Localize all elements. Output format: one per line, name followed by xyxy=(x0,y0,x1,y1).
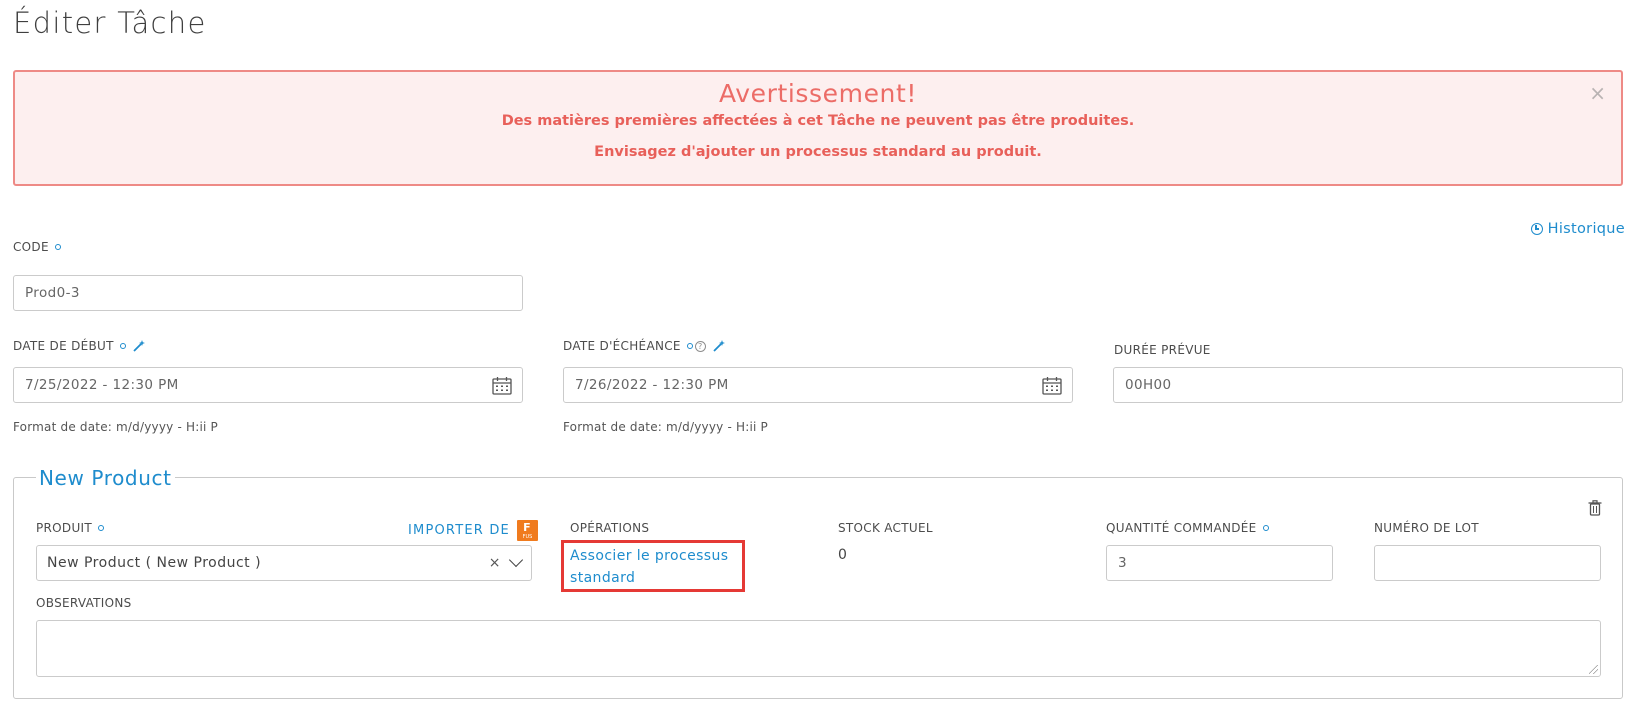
magic-wand-icon[interactable] xyxy=(132,339,146,353)
required-indicator-icon xyxy=(119,343,126,349)
lot-number-label: NUMÉRO DE LOT xyxy=(1374,521,1479,535)
import-from-label: IMPORTER DE xyxy=(408,523,510,538)
history-label: Historique xyxy=(1547,221,1625,237)
fusion-logo-sub: FUS xyxy=(522,534,533,540)
observations-label-text: OBSERVATIONS xyxy=(36,596,132,610)
product-section-title: New Product xyxy=(36,466,175,490)
chevron-down-icon[interactable] xyxy=(508,552,524,568)
fusion-logo-letter: F xyxy=(523,521,532,534)
quantity-label: QUANTITÉ COMMANDÉE xyxy=(1106,521,1269,535)
required-indicator-icon xyxy=(98,525,105,531)
due-date-label: DATE D'ÉCHÉANCE ? xyxy=(563,339,726,353)
due-date-input[interactable]: 7/26/2022 - 12:30 PM xyxy=(563,367,1073,403)
code-value: Prod0-3 xyxy=(25,285,80,301)
product-label-text: PRODUIT xyxy=(36,521,93,535)
clock-icon xyxy=(1530,223,1543,235)
start-date-format-hint: Format de date: m/d/yyyy - H:ii P xyxy=(13,420,218,434)
observations-textarea[interactable] xyxy=(36,620,1601,677)
import-from-link[interactable]: IMPORTER DE F FUS xyxy=(408,520,538,541)
observations-label: OBSERVATIONS xyxy=(36,596,132,610)
duration-label: DURÉE PRÉVUE xyxy=(1114,343,1211,357)
product-select[interactable]: New Product ( New Product ) × xyxy=(36,545,532,581)
duration-label-text: DURÉE PRÉVUE xyxy=(1114,343,1211,357)
calendar-icon[interactable] xyxy=(1042,376,1062,395)
stock-label: STOCK ACTUEL xyxy=(838,521,933,535)
trash-icon[interactable] xyxy=(1588,500,1602,516)
required-indicator-icon xyxy=(1262,525,1269,531)
fusion-logo-icon: F FUS xyxy=(516,520,538,541)
code-label: CODE xyxy=(13,240,61,254)
duration-value: 00H00 xyxy=(1125,377,1172,393)
lot-number-label-text: NUMÉRO DE LOT xyxy=(1374,521,1479,535)
help-icon[interactable]: ? xyxy=(694,340,706,352)
calendar-icon[interactable] xyxy=(492,376,512,395)
code-label-text: CODE xyxy=(13,240,49,254)
operations-label-text: OPÉRATIONS xyxy=(570,521,650,535)
due-date-label-text: DATE D'ÉCHÉANCE xyxy=(563,339,681,353)
stock-value: 0 xyxy=(838,547,847,563)
required-indicator-icon xyxy=(686,343,693,349)
stock-label-text: STOCK ACTUEL xyxy=(838,521,933,535)
page-title: Éditer Tâche xyxy=(13,6,207,40)
alert-suggestion: Envisagez d'ajouter un processus standar… xyxy=(594,144,1042,160)
start-date-input[interactable]: 7/25/2022 - 12:30 PM xyxy=(13,367,523,403)
quantity-value: 3 xyxy=(1118,555,1127,571)
associate-standard-process-link[interactable]: Associer le processus standard xyxy=(570,545,740,589)
duration-input[interactable]: 00H00 xyxy=(1113,367,1623,403)
start-date-label: DATE DE DÉBUT xyxy=(13,339,146,353)
code-input[interactable]: Prod0-3 xyxy=(13,275,523,311)
start-date-value: 7/25/2022 - 12:30 PM xyxy=(25,377,179,393)
lot-number-input[interactable] xyxy=(1374,545,1601,581)
resize-handle-icon[interactable] xyxy=(1589,665,1598,674)
required-indicator-icon xyxy=(54,244,61,250)
magic-wand-icon[interactable] xyxy=(712,339,726,353)
product-label: PRODUIT xyxy=(36,521,105,535)
due-date-format-hint: Format de date: m/d/yyyy - H:ii P xyxy=(563,420,768,434)
warning-alert: Avertissement! Des matières premières af… xyxy=(13,70,1623,186)
clear-icon[interactable]: × xyxy=(489,555,501,571)
operations-label: OPÉRATIONS xyxy=(570,521,649,535)
quantity-label-text: QUANTITÉ COMMANDÉE xyxy=(1106,521,1257,535)
quantity-input[interactable]: 3 xyxy=(1106,545,1333,581)
due-date-value: 7/26/2022 - 12:30 PM xyxy=(575,377,729,393)
close-icon[interactable]: × xyxy=(1589,83,1606,103)
history-link[interactable]: Historique xyxy=(1530,221,1625,237)
start-date-label-text: DATE DE DÉBUT xyxy=(13,339,114,353)
alert-title: Avertissement! xyxy=(718,79,918,108)
product-select-value: New Product ( New Product ) xyxy=(47,555,262,571)
alert-message: Des matières premières affectées à cet T… xyxy=(501,113,1135,129)
